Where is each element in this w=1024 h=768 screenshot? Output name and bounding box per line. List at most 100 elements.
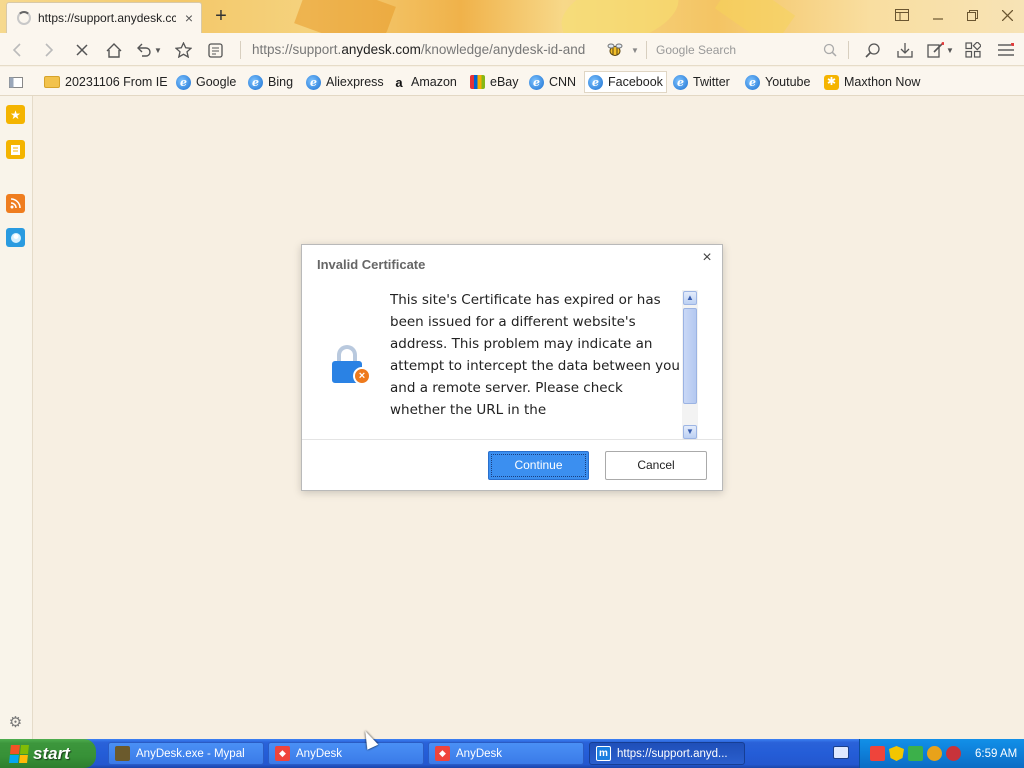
task-label: https://support.anyd... bbox=[617, 747, 728, 760]
bookmark-maxthon-now[interactable]: ✱ Maxthon Now bbox=[821, 71, 923, 93]
scroll-down-icon[interactable]: ▼ bbox=[683, 425, 697, 439]
anydesk-tray-icon[interactable] bbox=[870, 746, 885, 761]
download-button[interactable] bbox=[894, 39, 916, 61]
screenshot-dropdown-icon[interactable]: ▼ bbox=[943, 39, 957, 61]
taskbar-item-anydesk-2[interactable]: ◆ AnyDesk bbox=[428, 742, 584, 765]
security-shield-icon[interactable] bbox=[889, 746, 904, 761]
panel-icon bbox=[895, 9, 909, 21]
minimize-icon bbox=[933, 18, 943, 20]
amazon-icon: a bbox=[395, 74, 403, 90]
windows-taskbar: start AnyDesk.exe - Mypal ◆ AnyDesk ◆ An… bbox=[0, 739, 1024, 768]
url-path: /knowledge/anydesk-id-and bbox=[420, 42, 586, 57]
restore-icon bbox=[966, 10, 978, 21]
toolbar-divider bbox=[646, 41, 647, 59]
scroll-thumb[interactable] bbox=[683, 308, 697, 404]
bookmark-label: Youtube bbox=[765, 75, 811, 89]
start-button[interactable]: start bbox=[0, 739, 96, 768]
undo-dropdown-icon[interactable]: ▼ bbox=[151, 39, 165, 61]
toolbar-divider bbox=[848, 41, 849, 59]
clock: 6:59 AM bbox=[975, 747, 1018, 760]
task-label: AnyDesk bbox=[296, 747, 343, 760]
bookmark-google[interactable]: e Google bbox=[173, 71, 239, 93]
vivaldi-tray-icon[interactable] bbox=[946, 746, 961, 761]
skin-theme-icon[interactable] bbox=[6, 228, 25, 247]
bookmark-cnn[interactable]: e CNN bbox=[526, 71, 579, 93]
taskbar-item-mypal[interactable]: AnyDesk.exe - Mypal bbox=[108, 742, 264, 765]
bookmark-label: Maxthon Now bbox=[844, 75, 921, 89]
undo-icon bbox=[137, 43, 151, 57]
browser-tab[interactable]: https://support.anydesk.cc × bbox=[6, 2, 202, 33]
lock-warning-icon: × bbox=[332, 345, 372, 387]
folder-icon bbox=[44, 76, 60, 88]
invalid-certificate-dialog: Invalid Certificate × × This site's Cert… bbox=[301, 244, 723, 491]
notes-button[interactable] bbox=[204, 39, 226, 61]
bookmark-label: Facebook bbox=[608, 75, 663, 89]
bookmark-youtube[interactable]: e Youtube bbox=[742, 71, 813, 93]
new-tab-button[interactable]: + bbox=[210, 5, 232, 27]
scroll-up-icon[interactable]: ▲ bbox=[683, 291, 697, 305]
search-tray-icon[interactable] bbox=[927, 746, 942, 761]
bookmark-twitter[interactable]: e Twitter bbox=[670, 71, 733, 93]
loading-spinner-icon bbox=[17, 11, 31, 25]
keyboard-language-icon[interactable] bbox=[833, 746, 849, 759]
bookmark-ebay[interactable]: eBay bbox=[467, 71, 522, 93]
settings-gear-icon[interactable]: ⚙ bbox=[6, 712, 25, 731]
bookmark-aliexpress[interactable]: e Aliexpress bbox=[303, 71, 387, 93]
bookmark-amazon[interactable]: a Amazon bbox=[389, 71, 460, 93]
notes-icon[interactable] bbox=[6, 140, 25, 159]
menu-button[interactable] bbox=[995, 39, 1017, 61]
cancel-button[interactable]: Cancel bbox=[605, 451, 707, 480]
star-icon bbox=[174, 42, 192, 58]
tab-title: https://support.anydesk.cc bbox=[38, 11, 176, 25]
message-scrollbar[interactable]: ▲ ▼ bbox=[682, 290, 698, 440]
magnifier-tool-button[interactable] bbox=[862, 39, 884, 61]
back-arrow-icon bbox=[12, 43, 21, 57]
sidebar-toggle-button[interactable] bbox=[892, 7, 912, 25]
stop-button[interactable] bbox=[71, 39, 93, 61]
autumn-leaf-decoration bbox=[554, 0, 686, 33]
note-icon bbox=[207, 42, 223, 58]
download-icon bbox=[897, 43, 913, 58]
forward-button[interactable] bbox=[38, 39, 60, 61]
bookmark-label: Twitter bbox=[693, 75, 730, 89]
bookmark-label: Aliexpress bbox=[326, 75, 384, 89]
favorite-button[interactable] bbox=[172, 39, 194, 61]
address-bar[interactable]: https://support.anydesk.com/knowledge/an… bbox=[252, 41, 604, 59]
network-tray-icon[interactable] bbox=[908, 746, 923, 761]
forward-arrow-icon bbox=[45, 43, 54, 57]
maxthon-icon: m bbox=[596, 746, 611, 761]
toolbar-divider bbox=[240, 41, 241, 59]
ebay-icon bbox=[470, 75, 485, 89]
rss-feed-icon[interactable] bbox=[6, 194, 25, 213]
bookmarks-toggle-button[interactable] bbox=[6, 71, 26, 93]
home-button[interactable] bbox=[103, 39, 125, 61]
zoom-icon bbox=[865, 43, 880, 58]
dialog-close-icon[interactable]: × bbox=[698, 249, 716, 267]
close-window-button[interactable] bbox=[997, 7, 1017, 25]
task-label: AnyDesk bbox=[456, 747, 503, 760]
minimize-button[interactable] bbox=[928, 7, 948, 25]
restore-button[interactable] bbox=[962, 7, 982, 25]
taskbar-item-anydesk-1[interactable]: ◆ AnyDesk bbox=[268, 742, 424, 765]
system-tray: 6:59 AM bbox=[859, 739, 1024, 768]
search-input[interactable]: Google Search bbox=[656, 41, 840, 59]
search-icon[interactable] bbox=[819, 39, 841, 61]
navigation-toolbar: ▼ https://support.anydesk.com/knowledge/… bbox=[0, 33, 1024, 66]
mypal-icon bbox=[115, 746, 130, 761]
bookmark-facebook[interactable]: e Facebook bbox=[584, 71, 667, 93]
bookmarks-bar: 20231106 From IE e Google e Bing e Aliex… bbox=[0, 67, 1024, 96]
continue-button[interactable]: Continue bbox=[488, 451, 589, 480]
bookmark-label: Bing bbox=[268, 75, 294, 89]
dialog-message: This site's Certificate has expired or h… bbox=[390, 292, 680, 418]
back-button[interactable] bbox=[6, 39, 28, 61]
apps-button[interactable] bbox=[962, 39, 984, 61]
autumn-leaf-decoration bbox=[294, 0, 396, 33]
bookmark-bing[interactable]: e Bing bbox=[245, 71, 296, 93]
autumn-leaf-decoration bbox=[714, 0, 796, 33]
tab-close-icon[interactable]: × bbox=[183, 10, 195, 26]
favorites-star-icon[interactable]: ★ bbox=[6, 105, 25, 124]
bookmark-folder-ie[interactable]: 20231106 From IE bbox=[41, 71, 171, 93]
taskbar-item-maxthon[interactable]: m https://support.anyd... bbox=[589, 742, 745, 765]
bee-extension-icon[interactable] bbox=[604, 39, 626, 61]
address-dropdown-icon[interactable]: ▼ bbox=[628, 39, 642, 61]
